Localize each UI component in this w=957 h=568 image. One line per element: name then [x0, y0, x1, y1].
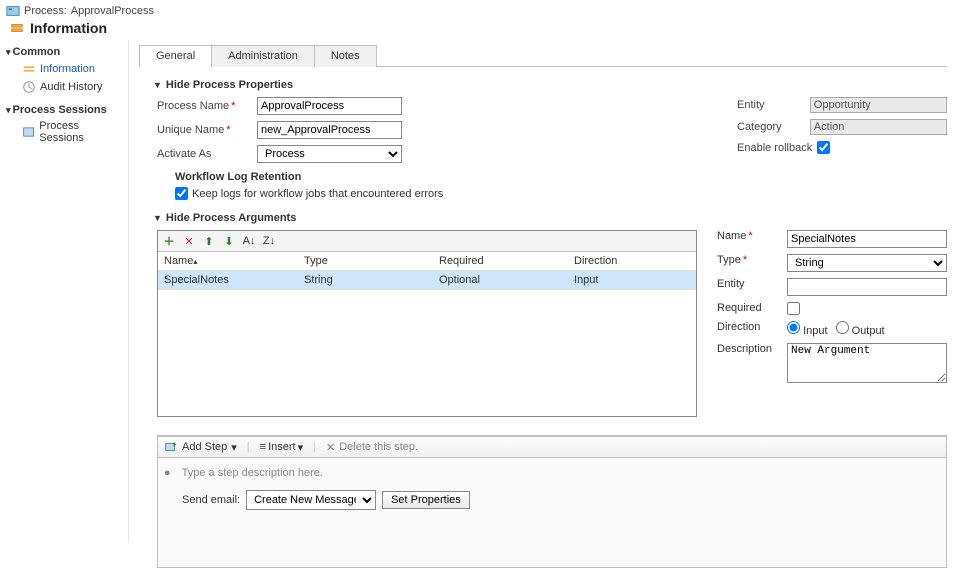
- arg-type-label: Type*: [717, 254, 787, 266]
- insert-button[interactable]: ≡Insert ▾: [260, 441, 303, 454]
- triangle-down-icon: ▼: [153, 80, 162, 90]
- arg-type-select[interactable]: String: [787, 254, 947, 272]
- sidebar-head-sessions[interactable]: ▾ Process Sessions: [6, 104, 122, 116]
- arguments-grid: ＋ ✕ ⬆ ⬇ A↓ Z↓ Name▴ Type Required Direct…: [157, 230, 697, 417]
- arg-required-label: Required: [717, 302, 787, 314]
- rollback-checkbox[interactable]: [817, 141, 830, 154]
- insert-icon: ≡: [260, 441, 266, 453]
- keep-logs-checkbox[interactable]: [175, 187, 188, 200]
- arg-description-label: Description: [717, 343, 787, 355]
- sidebar: ▾ Common Information Audit History ▾ Pro…: [0, 40, 129, 543]
- unique-name-input[interactable]: [257, 121, 402, 139]
- sidebar-item-audit-history[interactable]: Audit History: [6, 78, 122, 96]
- information-icon: [10, 21, 24, 35]
- process-prefix: Process:: [24, 5, 67, 17]
- information-small-icon: [22, 62, 36, 76]
- category-value: Action: [810, 119, 947, 135]
- arg-direction-output-radio[interactable]: Output: [836, 321, 885, 337]
- activate-as-label: Activate As: [157, 148, 257, 160]
- arg-description-input[interactable]: New Argument: [787, 343, 947, 383]
- send-email-label: Send email:: [182, 494, 240, 506]
- sidebar-item-process-sessions[interactable]: Process Sessions: [6, 118, 122, 146]
- argument-detail-panel: Name* Type* String Entity Required Direc…: [717, 230, 947, 417]
- move-up-icon[interactable]: ⬆: [202, 234, 216, 248]
- chevron-down-icon: ▾: [6, 105, 11, 116]
- arg-required-checkbox[interactable]: [787, 302, 800, 315]
- workflow-log-retention-title: Workflow Log Retention: [175, 171, 737, 183]
- col-type[interactable]: Type: [298, 252, 433, 270]
- arg-entity-input[interactable]: [787, 278, 947, 296]
- args-header-row: Name▴ Type Required Direction: [158, 252, 696, 271]
- arg-direction-input-radio[interactable]: Input: [787, 321, 828, 337]
- page-title: Information: [30, 20, 107, 36]
- tab-administration[interactable]: Administration: [211, 45, 315, 67]
- process-breadcrumb: Process: ApprovalProcess: [6, 4, 951, 18]
- process-name-label: Process Name*: [157, 100, 257, 112]
- delete-x-icon: ✕: [326, 441, 335, 454]
- window-header: Process: ApprovalProcess Information: [0, 0, 957, 40]
- chevron-down-icon: ▾: [6, 47, 11, 58]
- triangle-down-icon: ▼: [153, 213, 162, 223]
- step-bullet-icon: ●: [164, 467, 171, 479]
- arg-entity-label: Entity: [717, 278, 787, 290]
- arg-name-label: Name*: [717, 230, 787, 242]
- add-step-button[interactable]: Add Step ▾: [164, 440, 237, 454]
- col-name[interactable]: Name▴: [158, 252, 298, 270]
- section-process-properties[interactable]: ▼ Hide Process Properties: [153, 79, 947, 91]
- sidebar-item-information[interactable]: Information: [6, 60, 122, 78]
- content-area: General Administration Notes ▼ Hide Proc…: [129, 40, 957, 543]
- section-process-arguments[interactable]: ▼ Hide Process Arguments: [153, 212, 947, 224]
- delete-icon[interactable]: ✕: [182, 234, 196, 248]
- col-direction[interactable]: Direction: [568, 252, 696, 270]
- tab-general[interactable]: General: [139, 45, 212, 67]
- send-email-select[interactable]: Create New Message: [246, 490, 376, 510]
- sort-desc-icon[interactable]: Z↓: [262, 234, 276, 248]
- arg-name-input[interactable]: [787, 230, 947, 248]
- process-name-input[interactable]: [257, 97, 402, 115]
- entity-value: Opportunity: [810, 97, 947, 113]
- delete-step-button[interactable]: ✕ Delete this step.: [326, 441, 418, 454]
- process-icon: [6, 4, 20, 18]
- set-properties-button[interactable]: Set Properties: [382, 491, 470, 509]
- unique-name-label: Unique Name*: [157, 124, 257, 136]
- entity-label: Entity: [737, 99, 810, 111]
- clock-icon: [22, 80, 36, 94]
- col-required[interactable]: Required: [433, 252, 568, 270]
- tab-notes[interactable]: Notes: [314, 45, 377, 67]
- arg-direction-label: Direction: [717, 321, 787, 333]
- add-step-icon: [164, 440, 178, 454]
- args-toolbar: ＋ ✕ ⬆ ⬇ A↓ Z↓: [158, 231, 696, 252]
- args-row[interactable]: SpecialNotes String Optional Input: [158, 271, 696, 290]
- sidebar-head-common[interactable]: ▾ Common: [6, 46, 122, 58]
- process-name: ApprovalProcess: [71, 5, 154, 17]
- keep-logs-label: Keep logs for workflow jobs that encount…: [192, 188, 443, 200]
- activate-as-select[interactable]: Process: [257, 145, 402, 163]
- step-description-input[interactable]: Type a step description here.: [177, 464, 328, 482]
- steps-toolbar: Add Step ▾ | ≡Insert ▾ | ✕ Delete this s…: [157, 436, 947, 458]
- steps-body: ● Type a step description here. Send ema…: [157, 458, 947, 568]
- page-title-row: Information: [6, 20, 951, 36]
- add-icon[interactable]: ＋: [162, 234, 176, 248]
- rollback-label: Enable rollback: [737, 142, 817, 154]
- category-label: Category: [737, 121, 810, 133]
- tabs: General Administration Notes: [139, 44, 947, 67]
- move-down-icon[interactable]: ⬇: [222, 234, 236, 248]
- sort-asc-icon[interactable]: A↓: [242, 234, 256, 248]
- sessions-icon: [22, 125, 35, 139]
